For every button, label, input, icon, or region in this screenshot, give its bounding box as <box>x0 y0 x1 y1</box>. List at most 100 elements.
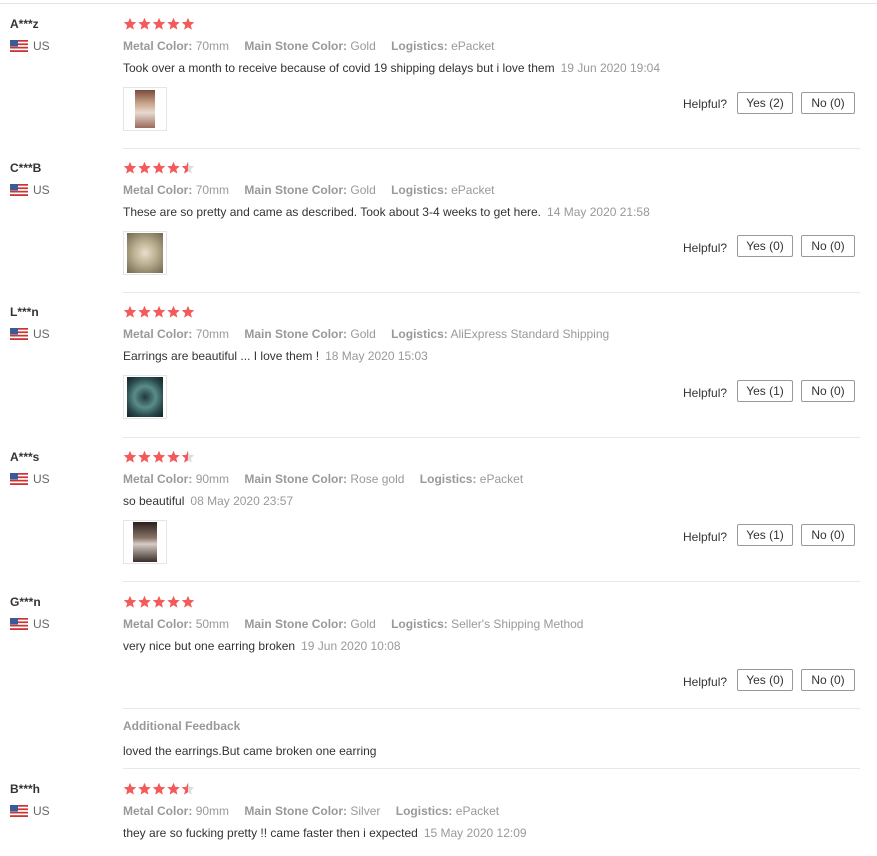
star-icon <box>152 450 166 463</box>
review-text: so beautiful <box>123 494 185 508</box>
helpful-yes-button[interactable]: Yes (0) <box>737 669 793 691</box>
helpful-no-button[interactable]: No (0) <box>801 380 855 402</box>
helpful-no-button[interactable]: No (0) <box>801 524 855 546</box>
review-photo-thumbnail[interactable] <box>123 520 167 564</box>
additional-divider <box>123 708 860 709</box>
star-icon <box>181 305 195 318</box>
reviewer-country: US <box>10 183 50 197</box>
star-icon <box>152 17 166 30</box>
review-photo-thumbnail[interactable] <box>123 87 167 131</box>
product-attributes: Metal Color: 70mm Main Stone Color: Gold… <box>123 183 506 197</box>
us-flag-icon <box>10 40 28 52</box>
additional-feedback-text: loved the earrings.But came broken one e… <box>123 744 377 758</box>
metal-color-label: Metal Color: <box>123 39 193 53</box>
star-icon <box>138 782 151 795</box>
reviewer-name: L***n <box>10 305 39 319</box>
star-icon <box>123 17 137 30</box>
review-item: L***n US Metal Color: 70mm Main Stone Co… <box>0 305 877 438</box>
metal-color-value: 90mm <box>195 472 230 486</box>
star-icon <box>138 305 151 318</box>
helpful-yes-button[interactable]: Yes (1) <box>737 524 793 546</box>
product-attributes: Metal Color: 50mm Main Stone Color: Gold… <box>123 617 595 631</box>
country-code: US <box>33 617 50 631</box>
review-text-line: Took over a month to receive because of … <box>123 61 660 75</box>
star-rating <box>123 595 195 609</box>
us-flag-icon <box>10 805 28 817</box>
metal-color-value: 70mm <box>195 39 230 53</box>
review-date: 15 May 2020 12:09 <box>423 826 527 840</box>
helpful-yes-button[interactable]: Yes (2) <box>737 92 793 114</box>
review-divider <box>123 437 860 438</box>
metal-color-label: Metal Color: <box>123 472 193 486</box>
review-date: 19 Jun 2020 10:08 <box>301 639 401 653</box>
review-item: C***B US Metal Color: 70mm Main Stone Co… <box>0 161 877 293</box>
stone-color-value: Rose gold <box>350 472 405 486</box>
review-item: A***z US Metal Color: 70mm Main Stone Co… <box>0 17 877 149</box>
helpful-label: Helpful? <box>683 241 728 255</box>
metal-color-value: 70mm <box>195 183 230 197</box>
logistics-value: ePacket <box>451 39 495 53</box>
star-rating-graphic <box>123 305 195 318</box>
helpful-label: Helpful? <box>683 97 728 111</box>
review-divider <box>123 148 860 149</box>
product-attributes: Metal Color: 90mm Main Stone Color: Rose… <box>123 472 535 486</box>
review-text-line: very nice but one earring broken 19 Jun 2… <box>123 639 401 653</box>
review-item: B***h US Metal Color: 90mm Main Stone Co… <box>0 782 877 856</box>
star-rating-graphic <box>123 450 195 463</box>
logistics-value: AliExpress Standard Shipping <box>450 327 610 341</box>
star-icon <box>167 450 180 463</box>
star-icon <box>167 161 180 174</box>
logistics-value: ePacket <box>455 804 500 818</box>
reviewer-country: US <box>10 617 50 631</box>
star-rating <box>123 161 195 175</box>
logistics-label: Logistics: <box>395 804 453 818</box>
review-divider <box>123 292 860 293</box>
star-rating <box>123 305 195 319</box>
review-item: G***n US Metal Color: 50mm Main Stone Co… <box>0 595 877 770</box>
us-flag-icon <box>10 184 28 196</box>
helpful-yes-button[interactable]: Yes (0) <box>737 235 793 257</box>
stone-color-label: Main Stone Color: <box>244 617 348 631</box>
review-text-line: so beautiful 08 May 2020 23:57 <box>123 494 293 508</box>
logistics-value: ePacket <box>479 472 524 486</box>
review-photo-thumbnail[interactable] <box>123 375 167 419</box>
star-icon <box>152 595 166 608</box>
helpful-no-button[interactable]: No (0) <box>801 235 855 257</box>
metal-color-label: Metal Color: <box>123 804 193 818</box>
review-item: A***s US Metal Color: 90mm Main Stone Co… <box>0 450 877 582</box>
metal-color-label: Metal Color: <box>123 183 193 197</box>
stone-color-value: Gold <box>350 183 376 197</box>
us-flag-icon <box>10 473 28 485</box>
helpful-label: Helpful? <box>683 386 728 400</box>
star-rating-graphic <box>123 161 195 174</box>
review-text-line: Earrings are beautiful ... I love them !… <box>123 349 428 363</box>
reviewer-name: C***B <box>10 161 42 175</box>
country-code: US <box>33 327 50 341</box>
review-divider <box>123 768 860 769</box>
star-icon <box>138 595 151 608</box>
helpful-no-button[interactable]: No (0) <box>801 92 855 114</box>
country-code: US <box>33 183 50 197</box>
star-rating-graphic <box>123 595 195 608</box>
star-rating-graphic <box>123 17 195 30</box>
stone-color-value: Silver <box>350 804 381 818</box>
logistics-label: Logistics: <box>391 617 448 631</box>
logistics-value: Seller's Shipping Method <box>451 617 584 631</box>
metal-color-value: 90mm <box>195 804 230 818</box>
star-icon <box>167 782 180 795</box>
reviewer-country: US <box>10 327 50 341</box>
earring-photo <box>127 377 163 417</box>
star-icon <box>138 450 151 463</box>
review-photo-thumbnail[interactable] <box>123 231 167 275</box>
metal-color-value: 50mm <box>195 617 230 631</box>
country-code: US <box>33 472 50 486</box>
helpful-yes-button[interactable]: Yes (1) <box>737 380 793 402</box>
reviewer-name: A***s <box>10 450 40 464</box>
logistics-value: ePacket <box>451 183 495 197</box>
star-icon <box>138 161 151 174</box>
helpful-label: Helpful? <box>683 675 728 689</box>
helpful-no-button[interactable]: No (0) <box>801 669 855 691</box>
star-icon <box>123 782 137 795</box>
review-text: they are so fucking pretty !! came faste… <box>123 826 418 840</box>
us-flag-icon <box>10 328 28 340</box>
